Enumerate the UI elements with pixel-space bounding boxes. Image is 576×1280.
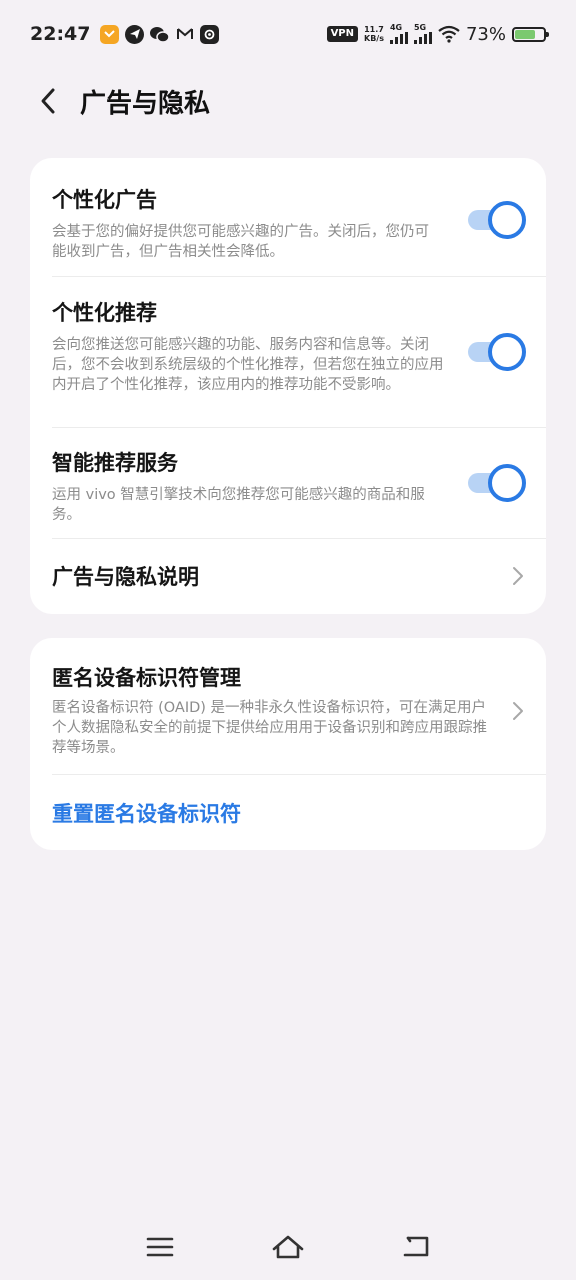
personalized-ads-desc: 会基于您的偏好提供您可能感兴趣的广告。关闭后，您仍可能收到广告，但广告相关性会降… [52,224,429,260]
page-title: 广告与隐私 [80,88,211,119]
status-bar: 22:47 VPN 11.7 KB/s 4G 5G 73% [0,0,576,68]
personalized-ads-toggle[interactable] [468,201,526,239]
battery-icon [512,26,549,42]
oaid-desc: 匿名设备标识符 (OAID) 是一种非永久性设备标识符，可在满足用户个人数据隐私… [52,700,487,756]
signal-4g: 4G [389,23,408,44]
signal-5g: 5G [413,23,432,44]
personalized-recommend-toggle[interactable] [468,333,526,371]
battery-percent: 73% [465,23,506,45]
back-button[interactable] [28,81,68,121]
menu-icon [146,1237,174,1257]
speed-unit: KB/s [364,34,384,43]
toggle-knob [488,201,526,239]
back-nav-icon [403,1236,429,1257]
toggle-knob [488,333,526,371]
settings-card-oaid: 匿名设备标识符管理 匿名设备标识符 (OAID) 是一种非永久性设备标识符，可在… [30,638,546,850]
status-right: VPN 11.7 KB/s 4G 5G 73% [326,23,549,45]
signal-bars-icon [389,32,408,44]
row-reset-oaid[interactable]: 重置匿名设备标识符 [30,775,546,850]
smart-recommend-toggle[interactable] [468,464,526,502]
back-nav-button[interactable] [396,1227,436,1267]
game-icon [200,24,220,44]
system-nav-bar [0,1222,576,1272]
privacy-note-title: 广告与隐私说明 [52,565,199,589]
chevron-right-icon [513,702,523,720]
row-personalized-ads: 个性化广告 会基于您的偏好提供您可能感兴趣的广告。关闭后，您仍可能收到广告，但广… [30,158,546,276]
reset-oaid-link[interactable]: 重置匿名设备标识符 [52,798,241,828]
status-left: 22:47 [30,23,220,45]
network-speed: 11.7 KB/s [364,25,384,43]
personalized-recommend-title: 个性化推荐 [52,301,157,325]
speed-value: 11.7 [364,25,384,34]
personalized-recommend-desc: 会向您推送您可能感兴趣的功能、服务内容和信息等。关闭后，您不会收到系统层级的个性… [52,337,444,393]
oaid-title: 匿名设备标识符管理 [52,666,241,690]
signal-5g-label: 5G [413,23,427,32]
toggle-knob [488,464,526,502]
wifi-icon [438,25,460,43]
settings-card-ads: 个性化广告 会基于您的偏好提供您可能感兴趣的广告。关闭后，您仍可能收到广告，但广… [30,158,546,614]
header: 广告与隐私 [0,74,576,128]
row-personalized-recommend: 个性化推荐 会向您推送您可能感兴趣的功能、服务内容和信息等。关闭后，您不会收到系… [30,277,546,427]
battery-fill [515,29,536,39]
orange-app-icon [100,24,120,44]
signal-4g-label: 4G [389,23,403,32]
personalized-ads-title: 个性化广告 [52,188,157,212]
telegram-icon [125,24,145,44]
back-arrow-icon [41,88,55,114]
smart-recommend-desc: 运用 vivo 智慧引擎技术向您推荐您可能感兴趣的商品和服务。 [52,487,425,523]
chevron-right-icon [513,567,523,585]
wechat-icon [150,25,170,44]
row-smart-recommend: 智能推荐服务 运用 vivo 智慧引擎技术向您推荐您可能感兴趣的商品和服务。 [30,428,546,538]
gmail-icon [175,25,194,44]
recents-button[interactable] [140,1227,180,1267]
row-privacy-note[interactable]: 广告与隐私说明 [30,539,546,613]
smart-recommend-title: 智能推荐服务 [52,451,178,475]
status-time: 22:47 [30,23,91,45]
home-button[interactable] [268,1227,308,1267]
row-oaid-management[interactable]: 匿名设备标识符管理 匿名设备标识符 (OAID) 是一种非永久性设备标识符，可在… [30,638,546,774]
home-icon [272,1235,304,1259]
vpn-badge: VPN [326,26,358,42]
signal-bars-icon [413,32,432,44]
